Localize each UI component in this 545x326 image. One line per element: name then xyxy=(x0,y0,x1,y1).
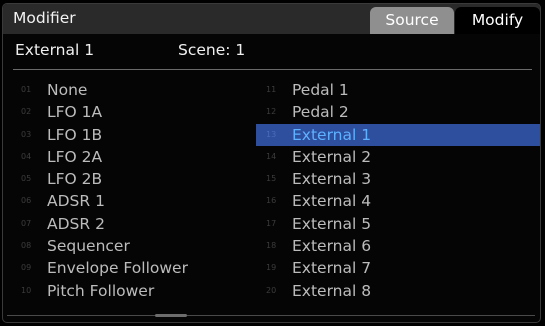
list-item-label: External 4 xyxy=(292,192,372,211)
source-list-item[interactable]: 02 LFO 1A xyxy=(3,101,253,123)
source-list-item[interactable]: 01 None xyxy=(3,79,253,101)
header-bar: Modifier Source Modify xyxy=(3,4,540,34)
source-list-item[interactable]: 15 External 3 xyxy=(256,168,540,190)
list-item-label: Envelope Follower xyxy=(47,259,188,278)
list-item-number: 02 xyxy=(21,107,32,117)
source-list-left: 01 None 02 LFO 1A 03 LFO 1B 04 LFO 2A 05 LFO 2B 06… xyxy=(3,79,253,302)
list-item-number: 10 xyxy=(21,285,32,295)
tab-modify[interactable]: Modify xyxy=(455,7,540,34)
source-list-item[interactable]: 16 External 4 xyxy=(256,190,540,212)
list-item-number: 16 xyxy=(266,196,277,206)
scroll-thumb[interactable] xyxy=(155,314,187,317)
list-item-number: 12 xyxy=(266,107,277,117)
list-item-label: Sequencer xyxy=(47,237,130,256)
list-item-number: 20 xyxy=(266,285,277,295)
list-item-label: External 1 xyxy=(292,125,372,144)
source-list-item[interactable]: 03 LFO 1B xyxy=(3,124,253,146)
list-item-number: 15 xyxy=(266,174,277,184)
scroll-track[interactable] xyxy=(7,315,535,316)
list-item-label: LFO 2B xyxy=(47,170,103,189)
list-item-number: 06 xyxy=(21,196,32,206)
source-list-item[interactable]: 09 Envelope Follower xyxy=(3,257,253,279)
list-item-label: External 2 xyxy=(292,147,372,166)
list-item-label: External 3 xyxy=(292,170,372,189)
scene-label: Scene: 1 xyxy=(178,41,246,59)
source-list-right: 11 Pedal 1 12 Pedal 2 13 External 1 14 External… xyxy=(256,79,540,302)
current-source-label: External 1 xyxy=(15,41,95,59)
list-item-number: 01 xyxy=(21,85,32,94)
source-list-item[interactable]: 18 External 6 xyxy=(256,235,540,257)
list-item-number: 11 xyxy=(266,85,277,94)
source-list-item[interactable]: 12 Pedal 2 xyxy=(256,101,540,123)
source-list-item[interactable]: 07 ADSR 2 xyxy=(3,213,253,235)
list-item-label: External 7 xyxy=(292,259,372,278)
list-item-label: ADSR 2 xyxy=(47,214,105,233)
source-list-item[interactable]: 05 LFO 2B xyxy=(3,168,253,190)
list-item-label: LFO 1B xyxy=(47,125,103,144)
modifier-panel: Modifier Source Modify External 1 Scene:… xyxy=(2,3,541,323)
list-item-label: External 5 xyxy=(292,214,372,233)
list-item-number: 18 xyxy=(266,241,277,251)
source-list-item[interactable]: 11 Pedal 1 xyxy=(256,79,540,101)
list-item-label: LFO 1A xyxy=(47,103,103,122)
list-item-label: External 6 xyxy=(292,237,372,256)
list-item-number: 09 xyxy=(21,263,32,273)
list-item-number: 03 xyxy=(21,129,32,139)
list-item-label: None xyxy=(47,81,88,99)
source-list-item[interactable]: 04 LFO 2A xyxy=(3,146,253,168)
source-list-item[interactable]: 17 External 5 xyxy=(256,213,540,235)
source-list-item[interactable]: 08 Sequencer xyxy=(3,235,253,257)
list-item-number: 19 xyxy=(266,263,277,273)
list-item-label: Pitch Follower xyxy=(47,281,155,300)
source-list-item[interactable]: 20 External 8 xyxy=(256,280,540,302)
list-item-label: External 8 xyxy=(292,281,372,300)
source-list-item[interactable]: 06 ADSR 1 xyxy=(3,190,253,212)
source-list-item[interactable]: 14 External 2 xyxy=(256,146,540,168)
list-item-label: Pedal 2 xyxy=(292,103,349,122)
source-list-item[interactable]: 13 External 1 xyxy=(256,123,540,146)
list-item-number: 13 xyxy=(266,129,277,139)
list-item-label: ADSR 1 xyxy=(47,192,105,211)
page-title: Modifier xyxy=(13,9,76,27)
list-item-number: 08 xyxy=(21,241,32,251)
list-item-number: 07 xyxy=(21,218,32,228)
subheader: External 1 Scene: 1 xyxy=(3,34,540,65)
list-item-label: LFO 2A xyxy=(47,147,103,166)
list-item-number: 17 xyxy=(266,218,277,228)
header-divider xyxy=(13,69,532,70)
list-item-number: 14 xyxy=(266,151,277,161)
tab-source[interactable]: Source xyxy=(370,7,454,34)
source-list-item[interactable]: 19 External 7 xyxy=(256,257,540,279)
list-item-number: 04 xyxy=(21,151,32,161)
list-item-label: Pedal 1 xyxy=(292,81,349,99)
source-list-item[interactable]: 10 Pitch Follower xyxy=(3,280,253,302)
list-item-number: 05 xyxy=(21,174,32,184)
